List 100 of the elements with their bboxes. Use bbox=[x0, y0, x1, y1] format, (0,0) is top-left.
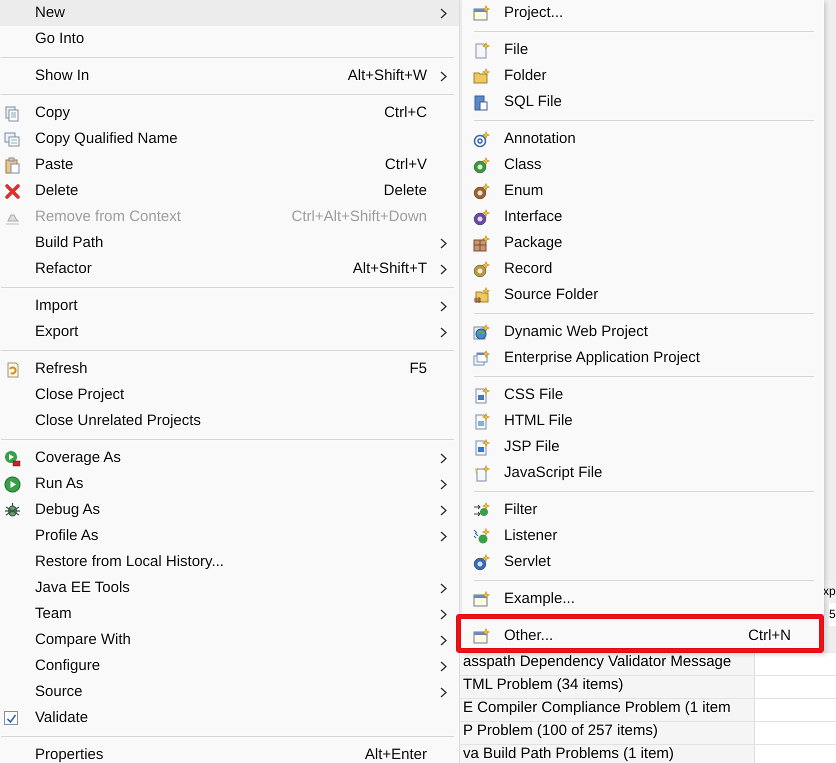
menu-item[interactable]: SQL File bbox=[462, 89, 824, 115]
circle-icon bbox=[473, 208, 490, 226]
file-icon bbox=[473, 464, 490, 482]
table-cell: asspath Dependency Validator Message bbox=[460, 653, 755, 675]
package-icon bbox=[473, 234, 490, 252]
chevron-icon bbox=[440, 660, 447, 672]
chevron-icon bbox=[440, 326, 447, 338]
chevron-icon bbox=[440, 582, 447, 594]
menu-item[interactable]: Interface bbox=[462, 204, 824, 230]
folder-icon bbox=[473, 68, 490, 84]
menu-item[interactable]: Paste Ctrl+V bbox=[0, 152, 459, 178]
windows-icon bbox=[473, 350, 490, 366]
pages-icon bbox=[4, 130, 21, 148]
menu-item[interactable]: Properties Alt+Enter bbox=[0, 742, 459, 763]
file-icon bbox=[473, 412, 490, 430]
menu-item[interactable]: Profile As bbox=[0, 523, 459, 549]
shortcut-label: Alt+Shift+T bbox=[352, 258, 427, 279]
menu-item[interactable]: Go Into bbox=[0, 26, 459, 52]
circle-icon bbox=[473, 260, 490, 278]
menu-item[interactable]: Copy Ctrl+C bbox=[0, 100, 459, 126]
table-cell: va Build Path Problems (1 item) bbox=[460, 745, 755, 763]
menu-item[interactable]: Configure bbox=[0, 653, 459, 679]
menu-item[interactable]: Team bbox=[0, 601, 459, 627]
menu-item[interactable]: Servlet bbox=[462, 549, 824, 575]
chevron-icon bbox=[440, 608, 447, 620]
chevron-icon bbox=[440, 8, 447, 18]
menu-item[interactable]: Dynamic Web Project bbox=[462, 319, 824, 345]
menu-item[interactable]: Copy Qualified Name bbox=[0, 126, 459, 152]
menu-item[interactable]: File bbox=[462, 37, 824, 63]
menu-item[interactable]: Export bbox=[0, 319, 459, 345]
shortcut-label: Delete bbox=[384, 180, 427, 201]
checkbox[interactable] bbox=[4, 711, 18, 725]
menu-item[interactable]: Source Folder bbox=[462, 282, 824, 308]
shortcut-label: Ctrl+V bbox=[384, 154, 427, 175]
pages-icon bbox=[4, 104, 21, 122]
menu-item[interactable]: Source bbox=[0, 679, 459, 705]
file-icon bbox=[473, 438, 490, 456]
menu-item[interactable]: Folder bbox=[462, 63, 824, 89]
menu-item[interactable]: Build Path bbox=[0, 230, 459, 256]
circle-icon bbox=[473, 554, 490, 570]
table-cell: P Problem (100 of 257 items) bbox=[460, 722, 755, 744]
menu-item[interactable]: Java EE Tools bbox=[0, 575, 459, 601]
chevron-icon bbox=[440, 634, 447, 646]
menu-item[interactable]: Project... bbox=[462, 0, 824, 26]
circle-icon bbox=[473, 156, 490, 174]
bug-icon bbox=[4, 502, 21, 518]
menu-item[interactable]: Enterprise Application Project bbox=[462, 345, 824, 371]
menu-item[interactable]: HTML File bbox=[462, 408, 824, 434]
menu-item[interactable]: Close Project bbox=[0, 382, 459, 408]
menu-item[interactable]: Enum bbox=[462, 178, 824, 204]
menu-item[interactable]: Debug As bbox=[0, 497, 459, 523]
chevron-icon bbox=[440, 504, 447, 516]
menu-item[interactable]: Package bbox=[462, 230, 824, 256]
menu-item[interactable]: Record bbox=[462, 256, 824, 282]
menu-item[interactable]: JavaScript File bbox=[462, 460, 824, 486]
shortcut-label: Ctrl+C bbox=[384, 102, 427, 123]
menu-item[interactable]: Restore from Local History... bbox=[0, 549, 459, 575]
shortcut-label: F5 bbox=[409, 358, 427, 379]
file-icon bbox=[473, 42, 490, 58]
file-icon bbox=[473, 386, 490, 404]
menu-item[interactable]: Class bbox=[462, 152, 824, 178]
menu-item[interactable]: Validate bbox=[0, 705, 459, 731]
menu-item[interactable]: Filter bbox=[462, 497, 824, 523]
menu-item[interactable]: Example... bbox=[462, 586, 824, 612]
table-cell: E Compiler Compliance Problem (1 item bbox=[460, 699, 755, 721]
globe-icon bbox=[473, 324, 490, 340]
window-icon bbox=[473, 590, 490, 608]
menu-item[interactable]: Listener bbox=[462, 523, 824, 549]
chevron-icon bbox=[440, 452, 447, 464]
menu-item[interactable]: New bbox=[0, 0, 459, 26]
menu-item[interactable]: Show In Alt+Shift+W bbox=[0, 63, 459, 89]
menu-item[interactable]: Run As bbox=[0, 471, 459, 497]
menu-item[interactable]: Coverage As bbox=[0, 445, 459, 471]
shortcut-label: Ctrl+N bbox=[748, 626, 791, 646]
window-icon bbox=[473, 628, 490, 644]
menu-item[interactable]: Annotation bbox=[462, 126, 824, 152]
menu-item[interactable]: Refactor Alt+Shift+T bbox=[0, 256, 459, 282]
table-cell: TML Problem (34 items) bbox=[460, 676, 755, 698]
clipboard-icon bbox=[4, 156, 21, 174]
chevron-icon bbox=[440, 264, 447, 274]
close-icon bbox=[4, 182, 21, 200]
run-coverage-icon bbox=[4, 450, 21, 466]
menu-item[interactable]: JSP File bbox=[462, 434, 824, 460]
menu-item[interactable]: Import bbox=[0, 293, 459, 319]
play-icon bbox=[4, 476, 21, 492]
chevron-icon bbox=[440, 530, 447, 542]
menu-item[interactable]: Refresh F5 bbox=[0, 356, 459, 382]
menu-item[interactable]: Delete Delete bbox=[0, 178, 459, 204]
window-icon bbox=[473, 4, 490, 22]
chevron-icon bbox=[440, 686, 447, 698]
circle-icon bbox=[473, 182, 490, 200]
chevron-icon bbox=[440, 70, 447, 82]
menu-item[interactable]: Close Unrelated Projects bbox=[0, 408, 459, 434]
chevron-icon bbox=[440, 300, 447, 312]
shortcut-label: Alt+Shift+W bbox=[348, 66, 427, 86]
menu-item[interactable]: Compare With bbox=[0, 627, 459, 653]
menu-item[interactable]: Other... Ctrl+N bbox=[462, 623, 824, 649]
arrows-icon bbox=[473, 502, 490, 518]
folder-icon bbox=[473, 286, 490, 304]
menu-item[interactable]: CSS File bbox=[462, 382, 824, 408]
